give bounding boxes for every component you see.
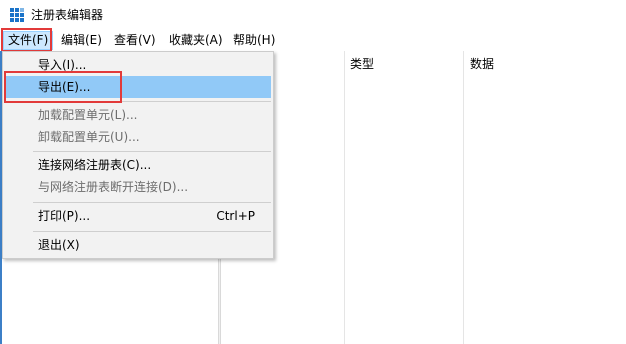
menu-separator — [33, 202, 271, 203]
menu-bar: 文件(F) 编辑(E) 查看(V) 收藏夹(A) 帮助(H) — [0, 30, 626, 51]
menu-item-unload-hive-label: 卸载配置单元(U)... — [38, 130, 140, 144]
menu-view[interactable]: 查看(V) — [110, 31, 160, 50]
menu-separator — [33, 231, 271, 232]
window-title: 注册表编辑器 — [31, 8, 104, 22]
menu-item-exit[interactable]: 退出(X) — [5, 234, 271, 256]
menu-separator — [33, 151, 271, 152]
registry-editor-window: 注册表编辑器 文件(F) 编辑(E) 查看(V) 收藏夹(A) 帮助(H) 类型… — [0, 0, 626, 344]
menu-item-disconnect-network-registry-label: 与网络注册表断开连接(D)... — [38, 180, 189, 194]
menu-item-print[interactable]: 打印(P)... Ctrl+P — [5, 205, 271, 227]
menu-item-load-hive[interactable]: 加载配置单元(L)... — [5, 104, 271, 126]
menu-separator — [33, 101, 271, 102]
menu-item-load-hive-label: 加载配置单元(L)... — [38, 108, 138, 122]
menu-item-connect-network-registry-label: 连接网络注册表(C)... — [38, 158, 152, 172]
file-menu-dropdown: 导入(I)... 导出(E)... 加载配置单元(L)... 卸载配置单元(U)… — [2, 51, 274, 259]
menu-item-unload-hive[interactable]: 卸载配置单元(U)... — [5, 126, 271, 148]
menu-item-exit-label: 退出(X) — [38, 238, 80, 252]
menu-item-connect-network-registry[interactable]: 连接网络注册表(C)... — [5, 154, 271, 176]
menu-favorites[interactable]: 收藏夹(A) — [165, 31, 227, 50]
column-header-type[interactable]: 类型 — [350, 51, 374, 77]
title-bar: 注册表编辑器 — [0, 0, 626, 30]
menu-file[interactable]: 文件(F) — [3, 31, 54, 50]
menu-edit[interactable]: 编辑(E) — [57, 31, 106, 50]
menu-item-import-label: 导入(I)... — [38, 58, 87, 72]
menu-item-import[interactable]: 导入(I)... — [5, 54, 271, 76]
registry-editor-icon — [10, 8, 24, 22]
menu-item-export[interactable]: 导出(E)... — [5, 76, 271, 98]
menu-item-print-label: 打印(P)... — [38, 209, 91, 223]
menu-help[interactable]: 帮助(H) — [229, 31, 279, 50]
column-header-data[interactable]: 数据 — [470, 51, 494, 77]
menu-item-export-label: 导出(E)... — [38, 80, 91, 94]
column-separator[interactable] — [463, 51, 464, 344]
column-separator[interactable] — [344, 51, 345, 344]
menu-item-disconnect-network-registry[interactable]: 与网络注册表断开连接(D)... — [5, 176, 271, 198]
menu-item-print-shortcut: Ctrl+P — [216, 209, 255, 223]
